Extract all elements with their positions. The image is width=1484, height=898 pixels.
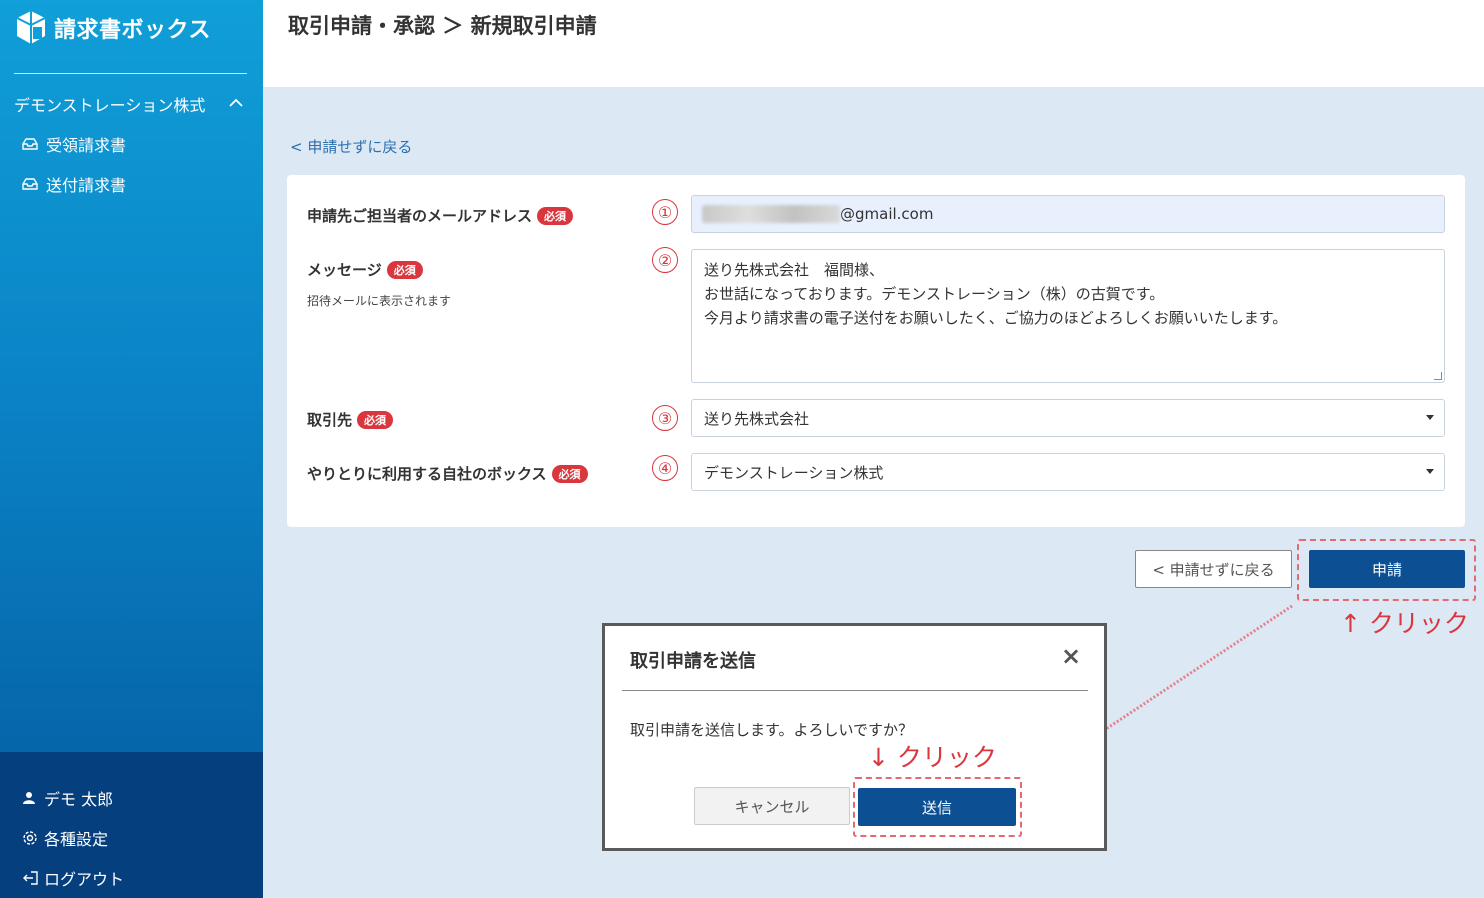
cancel-button[interactable]: キャンセル — [694, 787, 850, 825]
click-annotation: ↓ クリック — [868, 743, 997, 772]
highlight-box — [853, 777, 1022, 837]
dialog-divider — [622, 690, 1088, 691]
dialog-title: 取引申請を送信 — [630, 651, 756, 672]
dialog-message: 取引申請を送信します。よろしいですか？ — [630, 721, 914, 739]
close-icon[interactable]: × — [1061, 642, 1081, 670]
